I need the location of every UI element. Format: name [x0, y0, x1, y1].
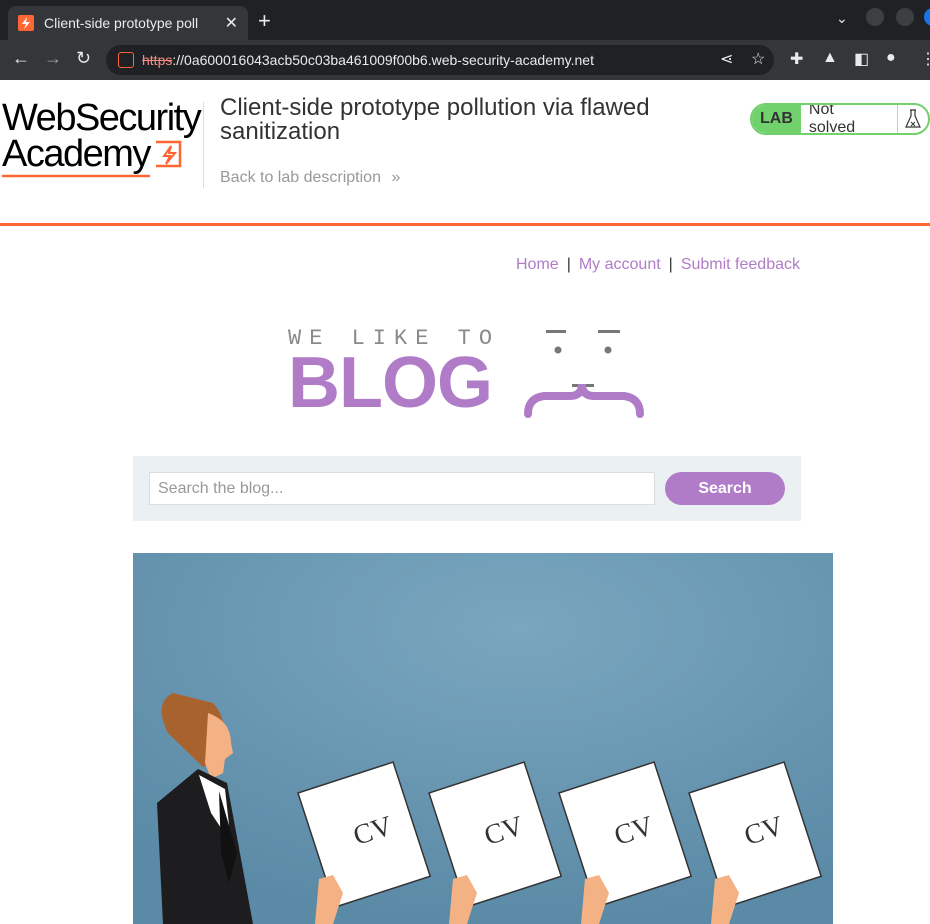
search-input[interactable]	[149, 472, 655, 505]
logo-line1: WebSecurity	[2, 97, 202, 139]
tab-title: Client-side prototype poll	[44, 15, 199, 31]
lab-title: Client-side prototype pollution via flaw…	[220, 94, 650, 145]
flask-icon	[896, 105, 928, 133]
header-divider	[203, 102, 204, 188]
profile-avatar-icon[interactable]: ●	[886, 49, 896, 67]
back-to-lab-description-link[interactable]: Back to lab description »	[220, 169, 400, 187]
we-like-to-blog-logo: WE LIKE TO BLOG	[288, 326, 500, 423]
double-chevron-right-icon: »	[391, 169, 401, 186]
back-link-label: Back to lab description	[220, 169, 381, 186]
url-scheme: https	[142, 52, 173, 68]
logo-bolt-icon	[155, 140, 182, 168]
new-tab-icon[interactable]: +	[258, 8, 271, 34]
lab-status-text: Not solved	[808, 103, 856, 135]
search-panel: Search	[133, 456, 801, 521]
side-panel-icon[interactable]: ◧	[854, 49, 869, 69]
window-minimize-icon[interactable]	[866, 8, 884, 26]
cv-illustration: CV CV CV CV	[133, 553, 833, 924]
tab-list-chevron-icon[interactable]: ⌄	[836, 10, 848, 27]
bookmark-star-icon[interactable]: ☆	[751, 49, 765, 69]
back-arrow-icon[interactable]: ←	[12, 48, 30, 69]
window-close-icon[interactable]	[924, 8, 930, 26]
browser-tab-bar: Client-side prototype poll ✕ + ⌄	[0, 0, 930, 40]
blog-wordmark: BLOG	[288, 343, 493, 423]
url-text: ://0a600016043acb50c03ba461009f00b6.web-…	[172, 52, 594, 68]
forward-arrow-icon[interactable]: →	[44, 48, 62, 69]
search-button[interactable]: Search	[665, 472, 785, 505]
nav-separator: |	[668, 256, 673, 273]
nav-separator: |	[566, 256, 571, 273]
lab-label: LAB	[752, 105, 801, 133]
nav-submit-feedback-link[interactable]: Submit feedback	[681, 256, 800, 273]
lab-header: WebSecurity Academy Client-side prototyp…	[0, 80, 930, 226]
extensions-icon[interactable]: ✚	[790, 49, 803, 69]
blog-post-image[interactable]: CV CV CV CV	[133, 553, 833, 924]
tab-close-icon[interactable]: ✕	[225, 13, 238, 33]
menu-kebab-icon[interactable]: ⋮	[920, 49, 930, 69]
web-security-academy-logo[interactable]: WebSecurity Academy	[2, 97, 202, 180]
reload-icon[interactable]: ↻	[76, 48, 91, 69]
blog-face-icon	[524, 330, 644, 418]
share-icon[interactable]: ⋖	[720, 49, 733, 69]
window-maximize-icon[interactable]	[896, 8, 914, 26]
blog-top-nav: Home | My account | Submit feedback	[0, 256, 800, 274]
browser-toolbar: ← → ↻ https ://0a600016043acb50c03ba4610…	[0, 40, 930, 80]
browser-tab[interactable]: Client-side prototype poll ✕	[8, 6, 248, 40]
burp-favicon-icon	[18, 15, 34, 31]
nav-my-account-link[interactable]: My account	[579, 256, 661, 273]
lab-status-badge: LAB Not solved	[750, 103, 930, 135]
address-bar[interactable]: https ://0a600016043acb50c03ba461009f00b…	[106, 45, 774, 75]
not-secure-icon[interactable]	[118, 52, 134, 68]
labs-flask-icon[interactable]: ▲	[822, 49, 838, 67]
logo-line2: Academy	[2, 133, 151, 175]
nav-home-link[interactable]: Home	[516, 256, 559, 273]
